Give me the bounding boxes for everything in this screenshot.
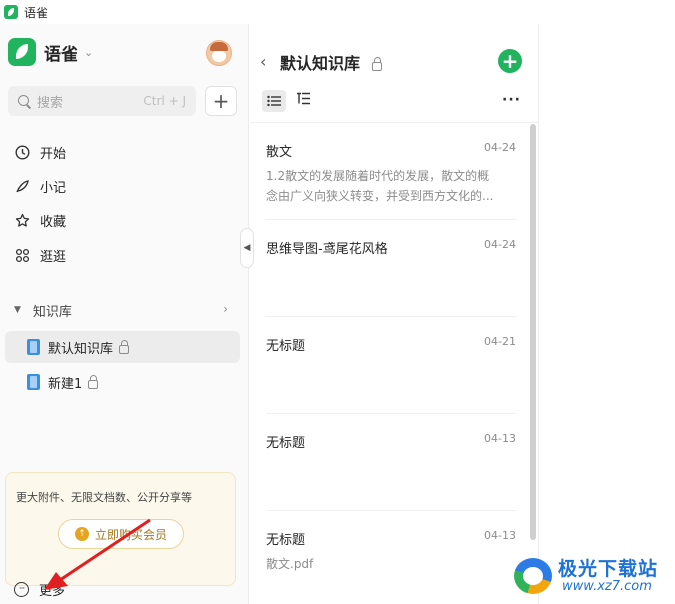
- kb-item-label: 默认知识库: [48, 341, 114, 357]
- nav-item-label: 小记: [40, 180, 67, 196]
- watermark: 极光下载站 www.xz7.com: [514, 552, 674, 600]
- feather-icon: [14, 178, 30, 194]
- nav-item-label: 开始: [40, 146, 67, 162]
- yuque-logo-icon: [8, 38, 36, 66]
- add-button[interactable]: +: [205, 86, 237, 116]
- collapse-sidebar-handle[interactable]: ◀: [240, 228, 254, 268]
- list-item[interactable]: 无标题 04-13 散文.pdf: [266, 511, 516, 604]
- document-list-panel: ‹ 默认知识库 + ··· 散文 04-24 1.2散文的发展随着时代的发展，散…: [250, 24, 539, 604]
- page-title-text: 默认知识库: [280, 54, 361, 73]
- more-options-button[interactable]: ···: [502, 92, 521, 108]
- lock-icon: [88, 374, 99, 389]
- list-item[interactable]: 散文 04-24 1.2散文的发展随着时代的发展，散文的概 念由广义向狭义转变，…: [266, 123, 516, 220]
- window-title: 语雀: [24, 5, 49, 20]
- kb-item-default[interactable]: 默认知识库: [5, 331, 240, 363]
- doc-title: 散文: [266, 145, 293, 160]
- back-arrow-icon[interactable]: ‹: [260, 52, 266, 71]
- search-icon: [18, 94, 31, 108]
- knowledge-base-header[interactable]: ▼ 知识库 ›: [14, 298, 228, 322]
- doc-title: 无标题: [266, 533, 306, 548]
- scrollbar[interactable]: [530, 124, 536, 540]
- doc-snippet-line: 1.2散文的发展随着时代的发展，散文的概: [266, 169, 490, 183]
- nav-item-explore[interactable]: 逛逛: [14, 243, 66, 267]
- watermark-url: www.xz7.com: [562, 579, 652, 594]
- list-view-button[interactable]: [262, 90, 286, 112]
- tree-view-button[interactable]: [296, 92, 311, 108]
- yuque-logo-icon: [4, 5, 18, 19]
- search-placeholder: 搜索: [37, 95, 64, 111]
- doc-date: 04-13: [484, 432, 516, 445]
- arrow-up-icon: ↑: [74, 527, 89, 541]
- chevron-right-icon[interactable]: ›: [223, 302, 228, 316]
- chevron-down-icon: ⌄: [84, 45, 94, 59]
- kb-item-new1[interactable]: 新建1: [5, 366, 240, 398]
- nav-item-favorites[interactable]: 收藏: [14, 208, 66, 232]
- doc-snippet: 1.2散文的发展随着时代的发展，散文的概 念由广义向狭义转变，并受到西方文化的.…: [266, 166, 512, 206]
- book-icon: [27, 374, 40, 390]
- doc-date: 04-13: [484, 529, 516, 542]
- doc-snippet-line: 散文.pdf: [266, 557, 314, 571]
- page-title: 默认知识库: [280, 50, 382, 74]
- more-circle-icon: ···: [14, 581, 29, 597]
- more-button[interactable]: ··· 更多: [14, 578, 65, 600]
- doc-snippet-line: 念由广义向狭义转变，并受到西方文化的...: [266, 189, 494, 203]
- caret-down-icon[interactable]: ▼: [14, 305, 21, 315]
- title-bar: 语雀: [0, 0, 675, 24]
- sidebar: 语雀 ⌄ 搜索 Ctrl + J + 开始 小记 收藏 逛逛 ▼ 知识库 › 默…: [0, 24, 249, 604]
- buy-membership-label: 立即购买会员: [94, 527, 167, 542]
- doc-snippet: 散文.pdf: [266, 554, 512, 574]
- doc-title: 思维导图-鸢尾花风格: [266, 242, 388, 257]
- nav-item-label: 逛逛: [40, 249, 67, 265]
- editor-pane: [540, 24, 675, 604]
- brand-switcher[interactable]: 语雀 ⌄: [8, 38, 93, 66]
- nav-item-label: 收藏: [40, 214, 67, 230]
- brand-name: 语雀: [44, 44, 78, 65]
- search-shortcut: Ctrl + J: [143, 94, 186, 108]
- avatar[interactable]: [206, 40, 232, 66]
- membership-promo: 更大附件、无限文档数、公开分享等 ↑ 立即购买会员: [5, 472, 236, 586]
- search-input[interactable]: 搜索 Ctrl + J: [8, 86, 196, 116]
- tree-view-icon: [297, 92, 310, 105]
- clock-icon: [14, 144, 30, 160]
- watermark-logo-icon: [514, 558, 552, 594]
- lock-icon: [371, 57, 382, 71]
- grid-icon: [14, 247, 30, 263]
- doc-date: 04-21: [484, 335, 516, 348]
- list-item[interactable]: 思维导图-鸢尾花风格 04-24: [266, 220, 516, 317]
- new-document-button[interactable]: +: [498, 49, 522, 73]
- lock-icon: [119, 339, 130, 354]
- doc-title: 无标题: [266, 436, 306, 451]
- more-label: 更多: [39, 583, 66, 599]
- nav-item-notes[interactable]: 小记: [14, 174, 66, 198]
- doc-date: 04-24: [484, 141, 516, 154]
- book-icon: [27, 339, 40, 355]
- promo-text: 更大附件、无限文档数、公开分享等: [16, 491, 192, 504]
- list-item[interactable]: 无标题 04-21: [266, 317, 516, 414]
- doc-date: 04-24: [484, 238, 516, 251]
- star-icon: [14, 212, 30, 228]
- nav-item-start[interactable]: 开始: [14, 140, 66, 164]
- watermark-name: 极光下载站: [558, 558, 659, 580]
- knowledge-base-label: 知识库: [32, 304, 72, 320]
- doc-title: 无标题: [266, 339, 306, 354]
- list-view-icon: [267, 95, 281, 107]
- list-item[interactable]: 无标题 04-13: [266, 414, 516, 511]
- kb-item-label: 新建1: [48, 376, 83, 392]
- buy-membership-button[interactable]: ↑ 立即购买会员: [58, 519, 184, 549]
